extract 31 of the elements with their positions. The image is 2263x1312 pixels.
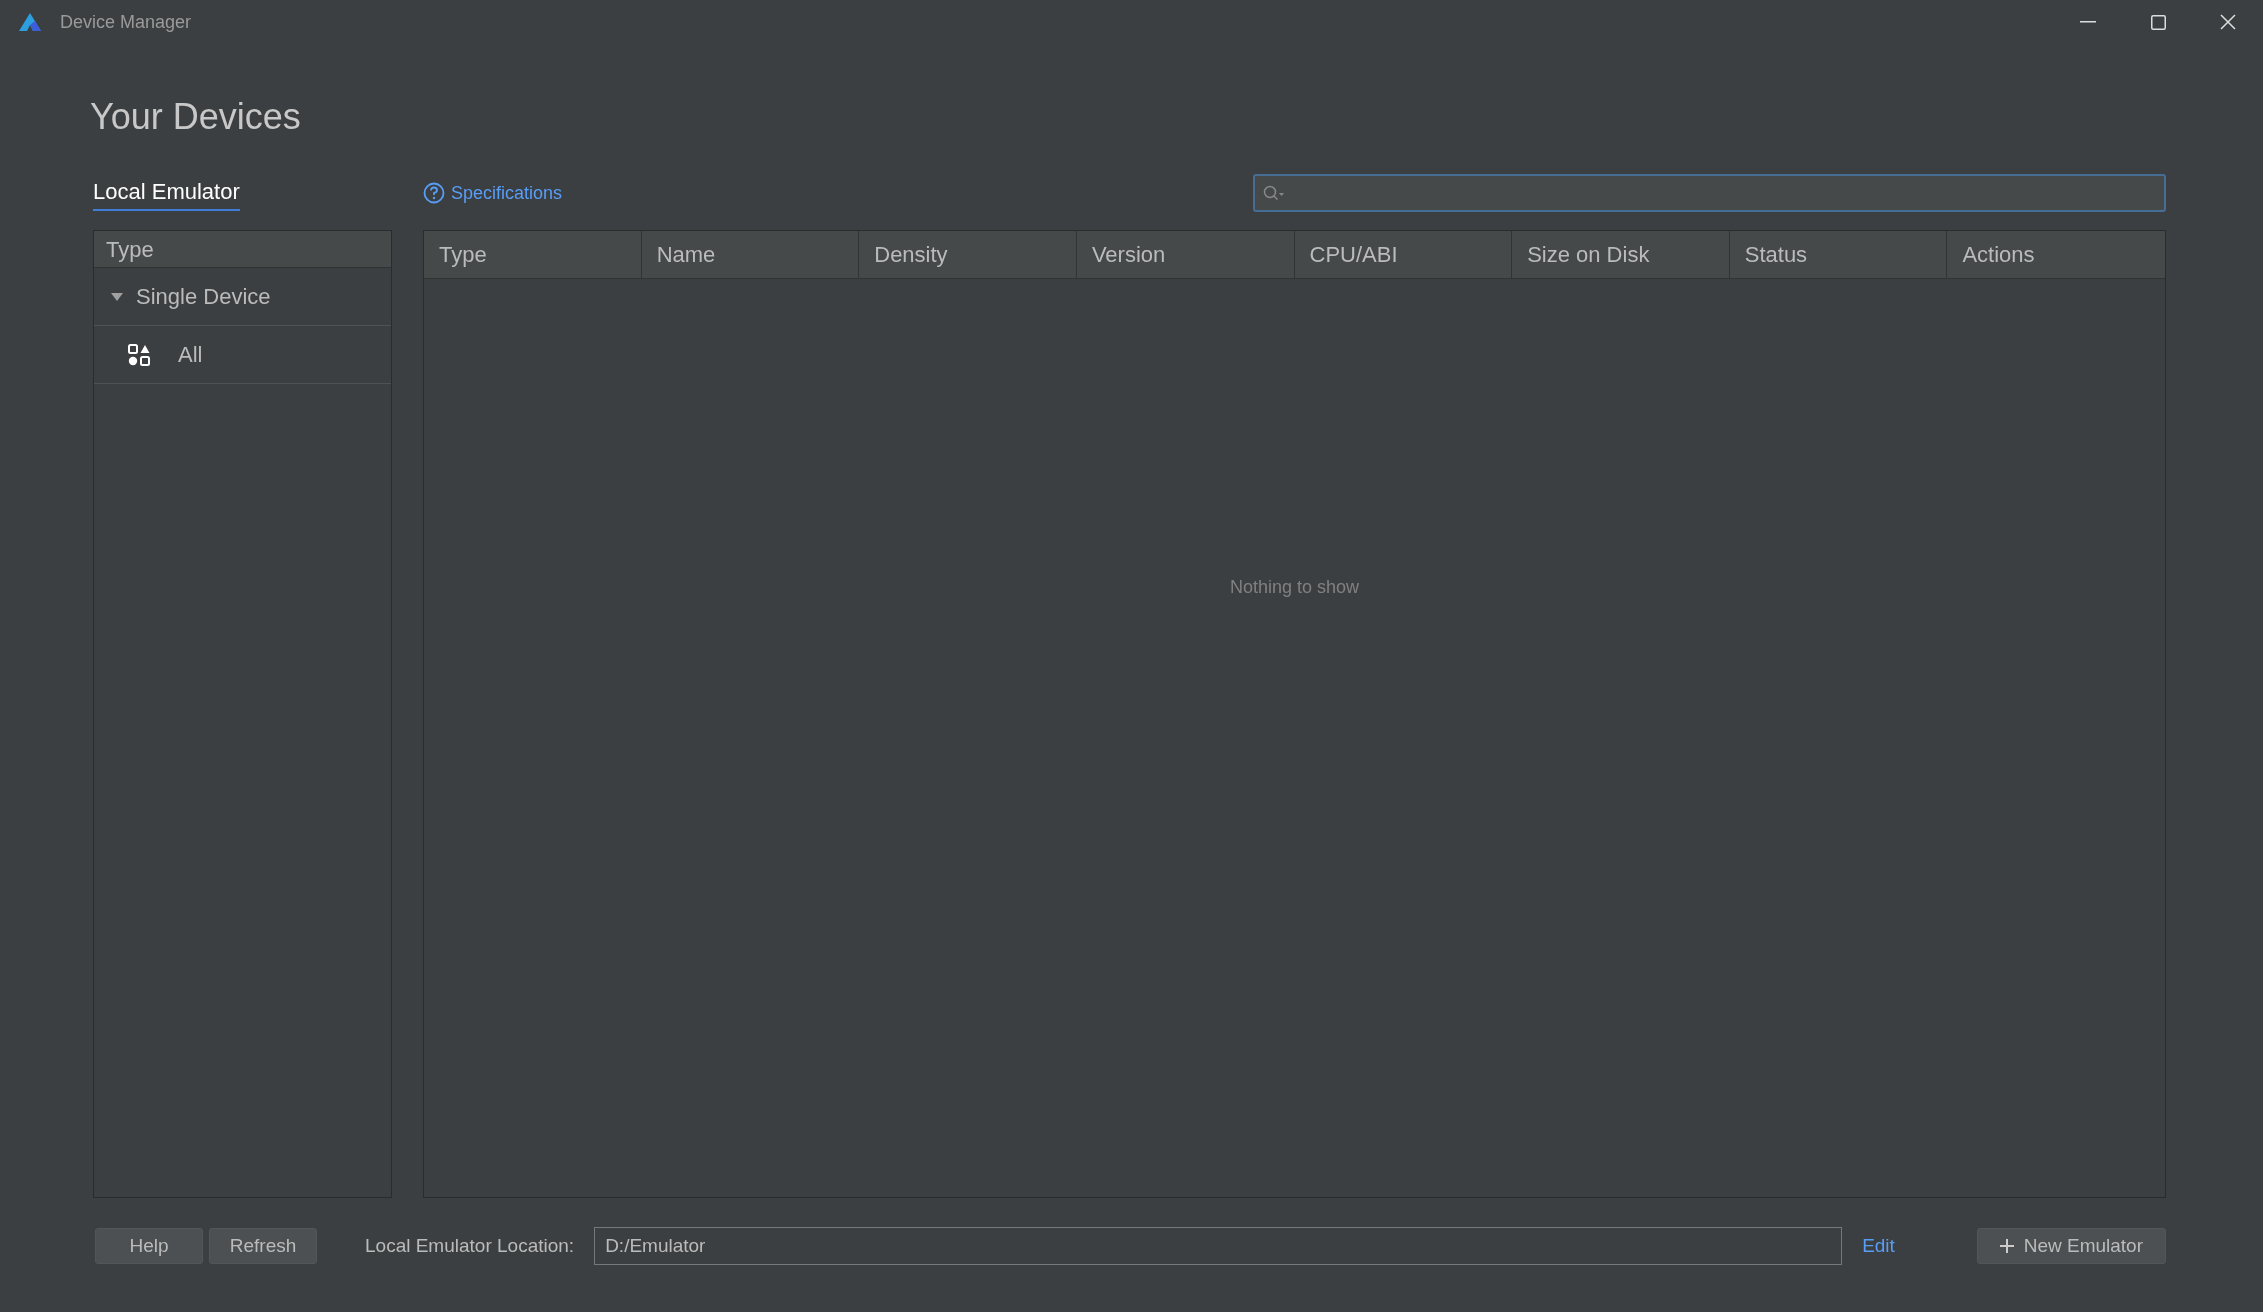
column-header[interactable]: CPU/ABI — [1294, 231, 1513, 278]
specifications-link[interactable]: Specifications — [423, 179, 563, 207]
tree-item[interactable]: Single Device — [94, 268, 391, 326]
app-logo-icon — [18, 12, 42, 32]
column-header[interactable]: Actions — [1947, 231, 2165, 278]
column-header: Type — [94, 231, 391, 268]
window-title: Device Manager — [60, 10, 192, 34]
column-header[interactable]: Type — [424, 231, 642, 278]
page-heading: Your Devices — [90, 99, 301, 135]
shapes-icon — [128, 343, 150, 366]
search-icon — [1263, 185, 1285, 201]
column-header[interactable]: Density — [859, 231, 1077, 278]
search-field[interactable] — [1253, 174, 2166, 212]
minimize-icon — [2080, 21, 2096, 23]
column-header[interactable]: Status — [1729, 231, 1948, 278]
close-icon — [2220, 14, 2236, 30]
column-header[interactable]: Size on Disk — [1512, 231, 1730, 278]
tab[interactable]: Local Emulator — [93, 175, 240, 211]
location-field[interactable]: D:/Emulator — [594, 1227, 1843, 1265]
footer-button[interactable]: Help — [95, 1228, 203, 1264]
column-header[interactable]: Version — [1076, 231, 1295, 278]
tree-item[interactable]: All — [94, 326, 391, 384]
edit-link[interactable]: Edit — [1862, 1231, 1895, 1261]
plus-icon — [1999, 1239, 2014, 1253]
column-header[interactable]: Name — [641, 231, 860, 278]
help-icon — [423, 182, 445, 204]
footer-button[interactable]: Refresh — [209, 1228, 317, 1264]
new-emulator-button[interactable]: New Emulator — [1976, 1228, 2166, 1264]
maximize-icon — [2150, 14, 2166, 30]
empty-message: Nothing to show — [1229, 576, 1360, 598]
location-label: Local Emulator Location: — [365, 1233, 575, 1258]
